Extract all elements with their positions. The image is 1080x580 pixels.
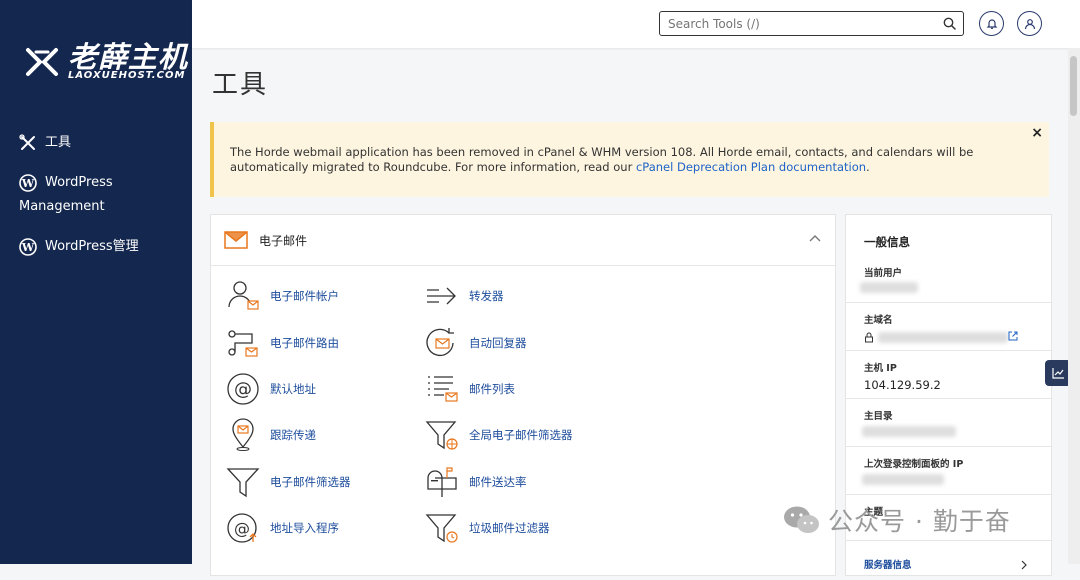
tool-label: 电子邮件筛选器 — [270, 475, 351, 489]
tool-label: 转发器 — [469, 289, 504, 303]
logo-icon — [26, 47, 58, 76]
tool-forwarders[interactable]: 转发器 — [425, 279, 504, 313]
sidebar-item-wordpress-management[interactable]: W WordPress Management — [19, 171, 187, 219]
sidebar-item-label: WordPress管理 — [45, 239, 139, 254]
tool-label: 跟踪传递 — [270, 428, 316, 442]
watermark: 公众号 · 勤于奋 — [782, 502, 1011, 538]
svg-text:W: W — [21, 241, 35, 254]
chevron-right-icon — [1021, 560, 1027, 570]
wechat-icon — [784, 506, 819, 533]
user-icon — [1024, 18, 1035, 29]
search-box — [659, 11, 964, 36]
search-icon[interactable] — [943, 17, 956, 30]
info-row-current-user: 当前用户 — [846, 256, 1051, 303]
email-filter-icon — [226, 468, 260, 498]
chevron-up-icon[interactable] — [809, 234, 821, 242]
track-delivery-icon — [232, 418, 254, 451]
tool-label: 自动回复器 — [469, 336, 527, 350]
tool-label: 邮件送达率 — [469, 475, 527, 489]
email-panel: 电子邮件 电子邮件帐户 转发器 电子邮件路由 自动回复器 @ 默认地址 邮件列表… — [210, 214, 836, 576]
info-label: 当前用户 — [864, 268, 903, 279]
sidebar-item-wordpress-manage[interactable]: W WordPress管理 — [19, 235, 187, 259]
tool-email-deliverability[interactable]: 邮件送达率 — [425, 465, 527, 499]
info-row-server-info[interactable]: 服务器信息 — [846, 540, 1051, 580]
info-label: 上次登录控制面板的 IP — [864, 459, 964, 470]
notice-link[interactable]: cPanel Deprecation Plan documentation — [636, 160, 866, 174]
info-label: 服务器信息 — [864, 560, 912, 571]
redacted-value — [862, 474, 944, 485]
deprecation-notice: The Horde webmail application has been r… — [210, 122, 1049, 197]
tool-label: 默认地址 — [270, 382, 316, 396]
email-routing-icon — [228, 330, 258, 357]
lock-icon — [865, 332, 873, 343]
tool-label: 电子邮件帐户 — [270, 289, 339, 303]
sidebar-item-label: 工具 — [45, 135, 72, 150]
info-label: 主域名 — [864, 315, 893, 326]
tool-email-filters[interactable]: 电子邮件筛选器 — [226, 465, 351, 499]
tool-email-accounts[interactable]: 电子邮件帐户 — [226, 279, 339, 313]
svg-text:@: @ — [234, 519, 250, 538]
notice-suffix: . — [866, 160, 870, 174]
info-row-host-ip: 主机 IP 104.129.59.2 — [846, 350, 1051, 399]
redacted-value — [860, 282, 918, 293]
autoresponder-icon — [426, 328, 454, 357]
bell-icon — [986, 18, 997, 29]
chart-icon — [1051, 368, 1064, 379]
page-scrollbar[interactable] — [1068, 48, 1080, 564]
redacted-value — [862, 426, 956, 437]
tool-address-importer[interactable]: @ 地址导入程序 — [226, 511, 339, 545]
info-label: 主机 IP — [864, 363, 897, 374]
logo[interactable]: 老薛主机 LAOXUEHOST.COM — [24, 42, 188, 81]
scrollbar-thumb[interactable] — [1070, 56, 1077, 116]
mailing-list-icon — [428, 376, 458, 402]
general-info-title: 一般信息 — [864, 235, 910, 249]
tools-icon — [19, 133, 35, 150]
sidebar-item-tools[interactable]: 工具 — [19, 131, 187, 155]
svg-text:@: @ — [234, 379, 252, 400]
svg-text:W: W — [21, 177, 35, 190]
tool-email-routing[interactable]: 电子邮件路由 — [226, 326, 339, 360]
external-link-icon[interactable] — [1008, 331, 1018, 341]
tool-label: 垃圾邮件过滤器 — [469, 521, 550, 535]
info-value: 104.129.59.2 — [864, 378, 941, 392]
envelope-icon — [224, 231, 248, 249]
tool-label: 地址导入程序 — [270, 521, 339, 535]
page-title: 工具 — [212, 70, 269, 100]
info-row-home-directory: 主目录 — [846, 398, 1051, 447]
email-panel-title: 电子邮件 — [259, 234, 308, 248]
watermark-text: 公众号 · 勤于奋 — [828, 507, 1011, 536]
address-importer-icon: @ — [227, 513, 257, 543]
redacted-value — [878, 332, 1008, 343]
tool-default-address[interactable]: @ 默认地址 — [226, 372, 316, 406]
forwarder-icon — [427, 287, 456, 305]
email-account-icon — [228, 281, 259, 310]
logo-subtitle: LAOXUEHOST.COM — [68, 70, 186, 81]
sidebar-nav: 工具 W WordPress Management W WordPress管理 — [19, 131, 187, 275]
spam-filter-icon — [425, 514, 458, 543]
tool-mailing-lists[interactable]: 邮件列表 — [425, 372, 515, 406]
info-row-last-login-ip: 上次登录控制面板的 IP — [846, 446, 1051, 495]
user-menu-button[interactable] — [1017, 11, 1042, 36]
search-input[interactable] — [666, 12, 940, 35]
info-row-primary-domain: 主域名 — [846, 302, 1051, 351]
tool-label: 邮件列表 — [469, 382, 515, 396]
tool-label: 全局电子邮件筛选器 — [469, 428, 573, 442]
wordpress-icon: W — [19, 237, 37, 256]
close-icon[interactable]: × — [1031, 126, 1043, 141]
deliverability-icon — [427, 467, 457, 497]
logo-name: 老薛主机 — [68, 40, 189, 74]
email-panel-header[interactable]: 电子邮件 — [211, 215, 835, 266]
default-address-icon: @ — [227, 373, 259, 405]
info-label: 主目录 — [864, 411, 893, 422]
notifications-button[interactable] — [979, 11, 1004, 36]
tool-global-email-filters[interactable]: 全局电子邮件筛选器 — [425, 418, 573, 452]
topbar — [192, 0, 1080, 48]
wordpress-icon: W — [19, 173, 37, 192]
tool-spam-filters[interactable]: 垃圾邮件过滤器 — [425, 511, 550, 545]
tool-autoresponders[interactable]: 自动回复器 — [425, 326, 527, 360]
global-filter-icon — [425, 421, 458, 450]
sidebar: 老薛主机 LAOXUEHOST.COM 工具 W WordPress Manag… — [0, 0, 192, 564]
tool-label: 电子邮件路由 — [270, 336, 339, 350]
tool-track-delivery[interactable]: 跟踪传递 — [226, 418, 316, 452]
